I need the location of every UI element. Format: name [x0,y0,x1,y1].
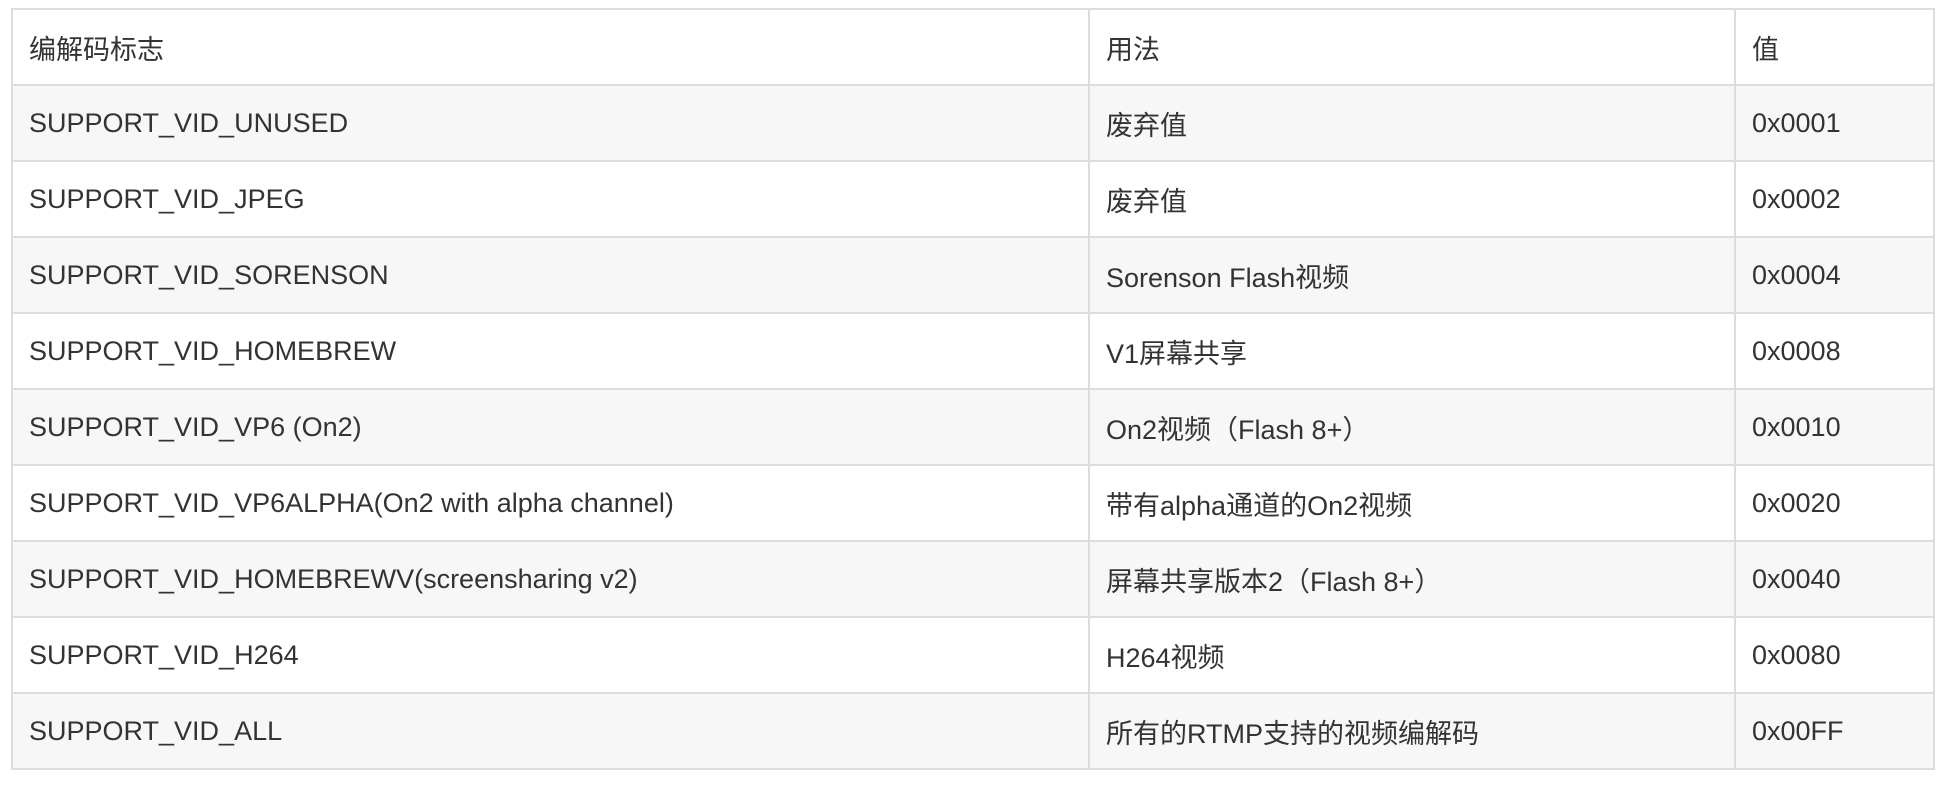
table-row: SUPPORT_VID_VP6 (On2) On2视频（Flash 8+） 0x… [11,388,1935,466]
header-usage: 用法 [1088,8,1736,86]
header-codec-flag: 编解码标志 [11,8,1090,86]
cell-value: 0x0080 [1734,616,1935,694]
cell-usage: Sorenson Flash视频 [1088,236,1736,314]
table-row: SUPPORT_VID_SORENSON Sorenson Flash视频 0x… [11,236,1935,314]
cell-usage: H264视频 [1088,616,1736,694]
cell-usage: 屏幕共享版本2（Flash 8+） [1088,540,1736,618]
cell-value: 0x0040 [1734,540,1935,618]
cell-codec-flag: SUPPORT_VID_SORENSON [11,236,1090,314]
cell-codec-flag: SUPPORT_VID_HOMEBREW [11,312,1090,390]
table-body: SUPPORT_VID_UNUSED 废弃值 0x0001 SUPPORT_VI… [11,84,1935,770]
table-row: SUPPORT_VID_HOMEBREWV(screensharing v2) … [11,540,1935,618]
cell-usage: On2视频（Flash 8+） [1088,388,1736,466]
table-row: SUPPORT_VID_H264 H264视频 0x0080 [11,616,1935,694]
header-value: 值 [1734,8,1935,86]
cell-value: 0x0004 [1734,236,1935,314]
cell-codec-flag: SUPPORT_VID_H264 [11,616,1090,694]
video-codec-table: 编解码标志 用法 值 SUPPORT_VID_UNUSED 废弃值 0x0001… [11,8,1935,770]
cell-codec-flag: SUPPORT_VID_HOMEBREWV(screensharing v2) [11,540,1090,618]
table-header: 编解码标志 用法 值 [11,8,1935,86]
cell-usage: 带有alpha通道的On2视频 [1088,464,1736,542]
cell-codec-flag: SUPPORT_VID_VP6ALPHA(On2 with alpha chan… [11,464,1090,542]
document-page: 编解码标志 用法 值 SUPPORT_VID_UNUSED 废弃值 0x0001… [0,0,1944,798]
cell-codec-flag: SUPPORT_VID_UNUSED [11,84,1090,162]
table-row: SUPPORT_VID_ALL 所有的RTMP支持的视频编解码 0x00FF [11,692,1935,770]
cell-value: 0x0001 [1734,84,1935,162]
cell-value: 0x0020 [1734,464,1935,542]
cell-value: 0x0002 [1734,160,1935,238]
cell-codec-flag: SUPPORT_VID_ALL [11,692,1090,770]
cell-value: 0x0010 [1734,388,1935,466]
cell-value: 0x0008 [1734,312,1935,390]
cell-codec-flag: SUPPORT_VID_VP6 (On2) [11,388,1090,466]
header-row: 编解码标志 用法 值 [11,8,1935,86]
table-row: SUPPORT_VID_HOMEBREW V1屏幕共享 0x0008 [11,312,1935,390]
cell-codec-flag: SUPPORT_VID_JPEG [11,160,1090,238]
table-row: SUPPORT_VID_JPEG 废弃值 0x0002 [11,160,1935,238]
cell-usage: V1屏幕共享 [1088,312,1736,390]
cell-value: 0x00FF [1734,692,1935,770]
table-row: SUPPORT_VID_UNUSED 废弃值 0x0001 [11,84,1935,162]
cell-usage: 所有的RTMP支持的视频编解码 [1088,692,1736,770]
cell-usage: 废弃值 [1088,84,1736,162]
cell-usage: 废弃值 [1088,160,1736,238]
table-row: SUPPORT_VID_VP6ALPHA(On2 with alpha chan… [11,464,1935,542]
